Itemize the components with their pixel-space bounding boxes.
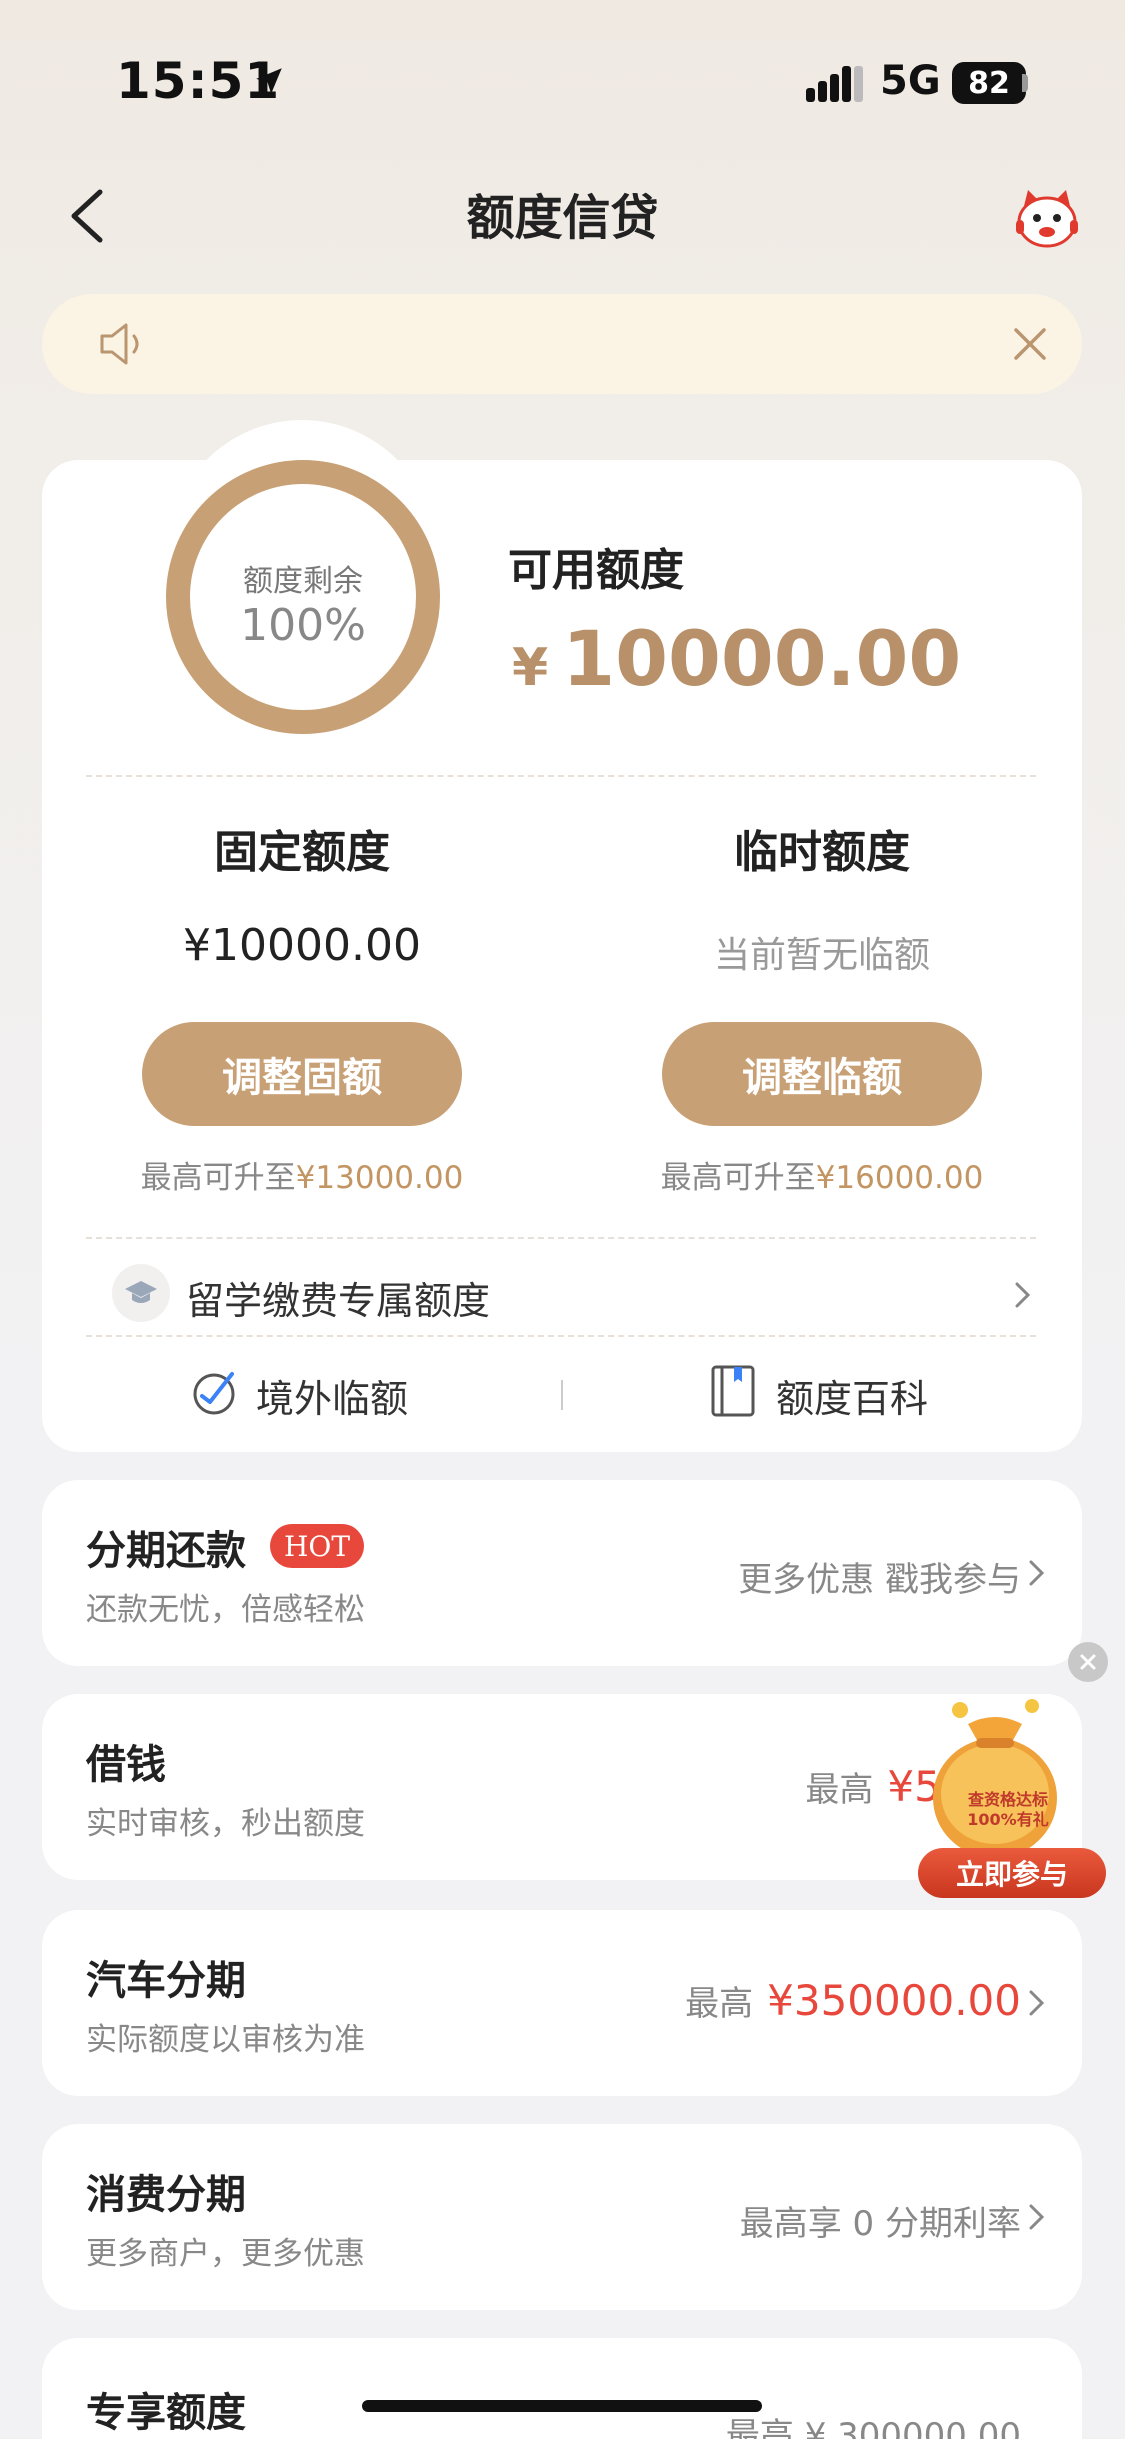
fixed-limit-amount: ¥10000.00	[183, 920, 421, 971]
list-item-right-text: 最高 ¥ 300000.00	[725, 2416, 1021, 2439]
overseas-limit-link[interactable]: 境外临额	[256, 1368, 408, 1423]
chevron-right-icon	[1029, 2204, 1045, 2230]
available-amount: ¥10000.00	[512, 614, 961, 703]
chevron-right-icon	[1029, 1560, 1045, 1586]
currency-symbol: ¥	[512, 638, 549, 698]
list-item-subtitle: 实际额度以审核为准	[86, 2022, 365, 2058]
adjust-fixed-button[interactable]: 调整固额	[142, 1022, 462, 1126]
location-arrow-icon	[256, 68, 282, 94]
list-item-subtitle: 更多商户，更多优惠	[86, 2236, 365, 2272]
chevron-right-icon[interactable]	[1012, 1278, 1034, 1312]
network-type: 5G	[880, 58, 941, 104]
separator	[561, 1380, 563, 1410]
speaker-icon	[100, 323, 139, 365]
temp-limit-title: 临时额度	[734, 827, 910, 878]
fixed-limit-title: 固定额度	[214, 827, 390, 878]
mascot-service-icon[interactable]	[1012, 186, 1082, 248]
temp-limit-hint: 最高可升至¥16000.00	[612, 1152, 1032, 1197]
book-icon	[711, 1365, 755, 1417]
promo-line: 100%有礼	[967, 1810, 1049, 1829]
adjust-temp-button[interactable]: 调整临额	[662, 1022, 982, 1126]
list-item-right-text: 最高享 0 分期利率	[739, 2204, 1021, 2244]
promo-close-button[interactable]	[1068, 1642, 1108, 1682]
divider	[86, 1237, 1036, 1239]
list-item-title: 分期还款	[86, 1528, 246, 1574]
right-value: ¥350000.00	[767, 1976, 1021, 2025]
list-item-title: 汽车分期	[86, 1958, 246, 2004]
overseas-limit-icon	[193, 1372, 235, 1415]
battery-cap	[1022, 74, 1028, 92]
close-icon[interactable]	[1010, 324, 1050, 364]
ring-percent: 100%	[240, 600, 366, 651]
available-label: 可用额度	[508, 545, 684, 596]
chevron-right-icon	[1029, 1990, 1045, 2016]
notice-bar[interactable]	[42, 294, 1082, 394]
fixed-limit-hint: 最高可升至¥13000.00	[92, 1152, 512, 1197]
list-item-right-text: 更多优惠 戳我参与	[738, 1560, 1021, 1600]
graduation-cap-icon	[112, 1264, 170, 1322]
credit-wiki-link[interactable]: 额度百科	[776, 1368, 928, 1423]
promo-line: 查资格达标	[967, 1790, 1048, 1809]
list-item-subtitle: 实时审核，秒出额度	[86, 1806, 365, 1842]
hint-value: ¥13000.00	[295, 1160, 464, 1196]
list-item-title: 借钱	[86, 1742, 166, 1788]
divider	[86, 775, 1036, 777]
divider	[86, 1335, 1036, 1337]
hint-prefix: 最高可升至	[140, 1160, 296, 1196]
promo-text: 查资格达标 100%有礼	[948, 1790, 1068, 1830]
list-item-title: 消费分期	[86, 2172, 246, 2218]
right-prefix: 最高	[685, 1984, 754, 2024]
ring-label: 额度剩余	[243, 564, 363, 599]
right-prefix: 最高	[805, 1770, 874, 1810]
promo-join-button[interactable]: 立即参与	[918, 1848, 1106, 1898]
list-item-title: 专享额度	[86, 2390, 246, 2436]
signal-icon	[806, 66, 863, 102]
study-abroad-link[interactable]: 留学缴费专属额度	[186, 1270, 490, 1325]
temp-limit-amount: 当前暂无临额	[713, 935, 930, 976]
page-title: 额度信贷	[466, 190, 659, 246]
list-item-subtitle: 还款无忧，倍感轻松	[86, 1592, 365, 1628]
hot-badge: HOT	[270, 1524, 365, 1568]
battery-indicator: 82	[952, 62, 1026, 104]
money-bag-icon[interactable]	[920, 1690, 1070, 1860]
list-item-right-text: 最高 ¥350000.00	[685, 1976, 1021, 2025]
hint-value: ¥16000.00	[815, 1160, 984, 1196]
home-indicator	[362, 2400, 762, 2412]
available-value: 10000.00	[562, 614, 962, 703]
hint-prefix: 最高可升至	[660, 1160, 816, 1196]
